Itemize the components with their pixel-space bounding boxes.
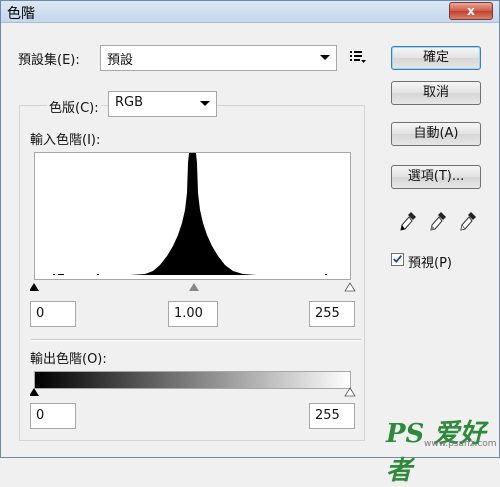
chevron-down-icon [320,55,330,60]
checkmark-icon [393,255,402,263]
preset-menu-icon[interactable] [350,50,366,64]
output-white-field[interactable]: 255 [309,403,355,429]
output-white-handle [344,387,356,397]
channel-value: RGB [115,95,144,110]
input-black-field[interactable]: 0 [30,301,76,327]
channel-select[interactable]: RGB [108,91,217,117]
input-white-handle [344,282,356,292]
ok-button[interactable]: 確定 [391,46,481,70]
output-levels-label: 輸出色階(O): [30,352,107,367]
output-slider-track[interactable] [30,387,360,399]
close-button[interactable]: x [449,2,493,20]
preset-label: 預設集(E): [18,53,80,68]
gray-eyedropper-icon[interactable] [429,211,447,233]
window-title: 色階 [7,6,35,22]
watermark-logo: PS 爱好者 www.psahz.com [386,413,497,486]
separator [31,339,361,341]
preview-label: 預視(P) [408,256,452,271]
output-black-handle [30,388,39,396]
chevron-down-icon [200,101,210,106]
input-levels-label: 輸入色階(I): [30,133,101,148]
output-black-field[interactable]: 0 [30,403,76,429]
preset-value: 預設 [107,53,134,68]
input-gamma-handle [189,283,199,291]
title-bar[interactable]: 色階 x [1,1,499,23]
histogram [34,152,351,280]
levels-dialog: 色階 x 預設集(E): 預設 確定 取消 自動(A) 選項(T)... 預視(… [0,0,500,486]
watermark-text: PS 爱好者 [386,419,486,486]
input-black-handle [30,283,39,291]
close-icon: x [467,4,475,18]
preset-select[interactable]: 預設 [100,45,337,71]
options-button[interactable]: 選項(T)... [391,165,481,189]
channel-label: 色版(C): [47,97,101,116]
black-eyedropper-icon[interactable] [399,211,417,233]
auto-button[interactable]: 自動(A) [391,122,481,146]
histogram-plot [53,153,327,275]
input-slider-track[interactable] [30,282,360,294]
white-eyedropper-icon[interactable] [459,211,477,233]
input-white-field[interactable]: 255 [309,301,355,327]
input-gamma-field[interactable]: 1.00 [168,301,218,327]
cancel-button[interactable]: 取消 [391,81,481,105]
watermark-url: www.psahz.com [424,439,497,449]
preview-checkbox[interactable] [391,253,404,266]
